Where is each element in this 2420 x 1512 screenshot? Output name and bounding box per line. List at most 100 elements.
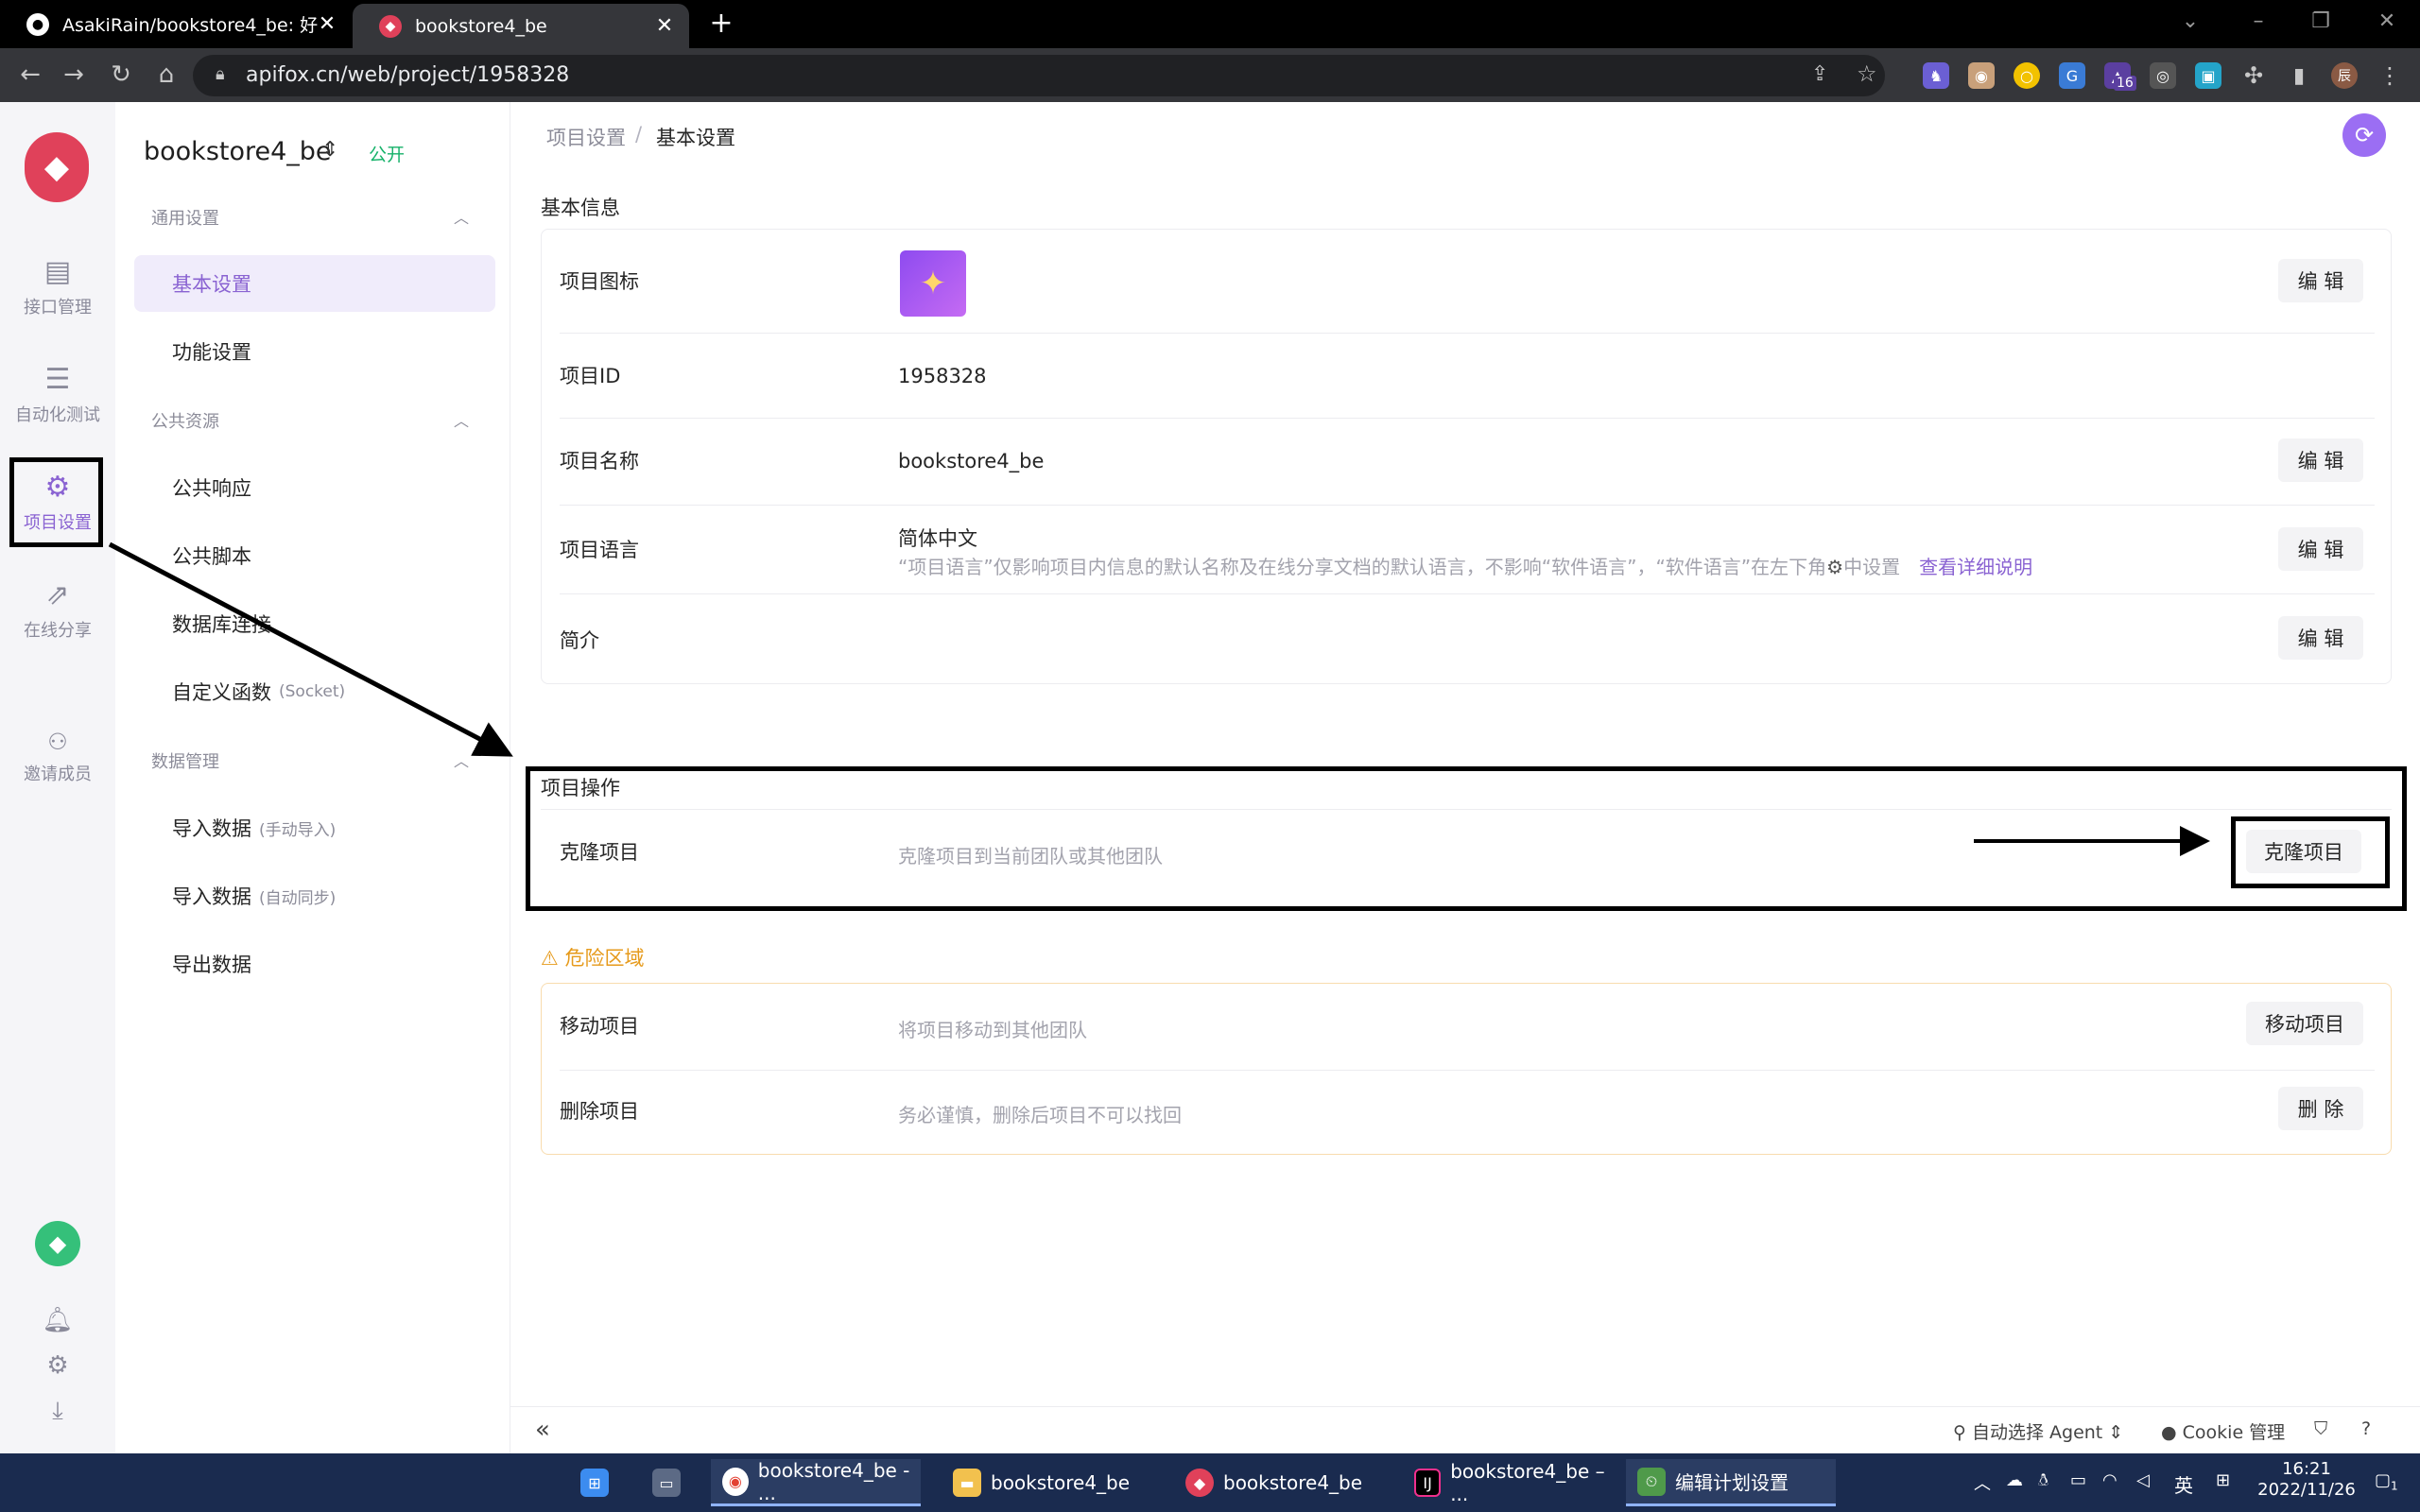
extension-icon[interactable]: ♞ — [1923, 62, 1949, 89]
taskbar-item-label: bookstore4_be - ... — [757, 1458, 910, 1504]
tab-search-icon[interactable]: ⌄ — [2157, 0, 2223, 42]
close-icon[interactable]: ✕ — [655, 14, 674, 38]
sidebar-item-basic-settings[interactable]: 基本设置 — [134, 255, 495, 312]
rail-label: 邀请成员 — [24, 765, 92, 784]
sidebar-item-label: 导出数据 — [172, 954, 251, 976]
volume-icon[interactable]: ◁ — [2136, 1470, 2150, 1490]
tray-app-icon[interactable]: ☁ — [2006, 1470, 2023, 1490]
rail-item-automation[interactable]: ☰ 自动化测试 — [0, 342, 115, 446]
sidebar-item-import-manual[interactable]: 导入数据 (手动导入) — [134, 799, 495, 856]
reload-icon[interactable]: ↻ — [104, 59, 138, 91]
extensions-puzzle-icon[interactable]: ✣ — [2240, 62, 2267, 89]
browser-tab-apifox[interactable]: ◆ bookstore4_be ✕ — [353, 4, 689, 48]
sidebar-item-sublabel: (自动同步) — [259, 888, 337, 908]
ime-mode-icon[interactable]: ⊞ — [2216, 1470, 2230, 1490]
side-panel-icon[interactable]: ▮ — [2286, 62, 2312, 89]
row-project-icon: 项目图标 — [560, 229, 2375, 333]
tray-overflow-icon[interactable]: ︿ — [1974, 1470, 1991, 1495]
clock[interactable]: 16:21 2022/11/26 — [2257, 1459, 2356, 1501]
task-view-button[interactable]: ▭ — [652, 1459, 681, 1506]
share-page-icon[interactable]: ⇪ — [1811, 62, 1828, 86]
sidebar-item-import-auto[interactable]: 导入数据 (自动同步) — [134, 868, 495, 924]
edit-language-button[interactable]: 编 辑 — [2278, 527, 2363, 571]
ime-indicator[interactable]: 英 — [2174, 1470, 2193, 1498]
collapse-sidebar-icon[interactable]: « — [535, 1416, 550, 1444]
download-icon[interactable]: ⤓ — [43, 1397, 72, 1425]
cookie-manager[interactable]: ● Cookie 管理 — [2161, 1418, 2285, 1444]
extension-icon[interactable]: ◎ — [2150, 62, 2176, 89]
browser-tab-github[interactable]: ● AsakiRain/bookstore4_be: 好开 ✕ — [0, 0, 352, 48]
start-button[interactable]: ⊞ — [580, 1459, 609, 1506]
chevron-up-icon[interactable]: ︿ — [454, 408, 469, 431]
extension-icon[interactable]: ▣ — [2195, 62, 2221, 89]
language-help-link[interactable]: 查看详细说明 — [1919, 556, 2032, 578]
help-icon[interactable]: ? — [2361, 1418, 2371, 1439]
project-icon-image[interactable]: ✦ — [900, 250, 966, 317]
back-icon[interactable]: ← — [13, 59, 47, 91]
sidebar-item-label: 基本设置 — [172, 273, 251, 296]
row-move-project: 移动项目 将项目移动到其他团队 — [560, 983, 2375, 1070]
sidebar-item-sublabel: (手动导入) — [259, 820, 337, 840]
sidebar-item-custom-function[interactable]: 自定义函数 (Socket) — [134, 663, 495, 720]
window-close-icon[interactable]: ✕ — [2354, 0, 2420, 42]
extension-icon[interactable]: ○ — [2014, 62, 2040, 89]
edit-intro-button[interactable]: 编 辑 — [2278, 616, 2363, 660]
sidebar-item-public-response[interactable]: 公共响应 — [134, 459, 495, 516]
edit-icon-button[interactable]: 编 辑 — [2278, 259, 2363, 302]
close-icon[interactable]: ✕ — [318, 12, 337, 36]
home-icon[interactable]: ⌂ — [149, 59, 183, 91]
chevron-up-icon[interactable]: ︿ — [454, 748, 469, 771]
menu-kebab-icon[interactable]: ⋮ — [2377, 62, 2403, 89]
sync-icon[interactable]: ⟳ — [2342, 113, 2386, 157]
battery-icon[interactable]: ▭ — [2070, 1470, 2086, 1490]
taskbar-item-label: bookstore4_be – ... — [1450, 1460, 1605, 1505]
apifox-logo-icon[interactable]: ◆ — [25, 132, 89, 202]
project-id-value: 1958328 — [898, 365, 987, 387]
taskbar-item-apifox[interactable]: ◆ bookstore4_be — [1178, 1459, 1388, 1506]
section-title-danger: ⚠ 危险区域 — [541, 943, 645, 971]
sidebar-item-label: 公共脚本 — [172, 545, 251, 568]
sidebar-item-db-connection[interactable]: 数据库连接 — [134, 595, 495, 652]
agent-selector[interactable]: ⚲ 自动选择 Agent ⇕ — [1953, 1418, 2123, 1444]
rail-item-invite[interactable]: ⚇ 邀请成员 — [0, 705, 115, 809]
warning-icon: ⚠ — [541, 947, 559, 970]
language-description-text: “项目语言”仅影响项目内信息的默认名称及在线分享文档的默认语言，不影响“软件语言… — [898, 556, 1827, 578]
sidebar-item-export[interactable]: 导出数据 — [134, 936, 495, 992]
project-switch-icon[interactable]: ⇕ — [321, 138, 338, 162]
bell-icon[interactable]: 🔔︎ — [43, 1306, 74, 1334]
move-project-button[interactable]: 移动项目 — [2246, 1002, 2363, 1045]
edit-name-button[interactable]: 编 辑 — [2278, 438, 2363, 482]
chevron-up-icon[interactable]: ︿ — [454, 205, 469, 228]
profile-avatar[interactable]: 辰 — [2331, 62, 2358, 89]
bookmark-star-icon[interactable]: ☆ — [1857, 60, 1877, 87]
notification-icon[interactable]: ▢1 — [2375, 1470, 2398, 1493]
rail-item-api[interactable]: ▤ 接口管理 — [0, 234, 115, 338]
restore-icon[interactable]: ❐ — [2288, 0, 2354, 42]
project-name[interactable]: bookstore4_be — [144, 137, 332, 166]
breadcrumb-parent[interactable]: 项目设置 — [546, 123, 626, 151]
shirt-theme-icon[interactable]: ⛉ — [2314, 1418, 2327, 1439]
qq-icon[interactable]: 🐧︎ — [2038, 1470, 2048, 1492]
extension-icon[interactable]: ◉ — [1968, 62, 1995, 89]
taskbar-item-task-scheduler[interactable]: ⏲ 编辑计划设置 — [1626, 1459, 1836, 1506]
forward-icon[interactable]: → — [57, 59, 91, 91]
minimize-icon[interactable]: – — [2225, 0, 2291, 42]
taskbar-item-intellij[interactable]: IJ bookstore4_be – ... — [1407, 1459, 1616, 1506]
translate-extension-icon[interactable]: G — [2059, 62, 2085, 89]
sidebar-item-feature-settings[interactable]: 功能设置 — [134, 323, 495, 380]
rail-item-share[interactable]: ⇗ 在线分享 — [0, 558, 115, 662]
new-tab-button[interactable]: + — [707, 6, 735, 40]
apifox-icon: ◆ — [1185, 1469, 1214, 1497]
status-green-icon[interactable]: ◆ — [35, 1221, 80, 1266]
wifi-icon[interactable]: ◠ — [2102, 1470, 2118, 1490]
tab-title: bookstore4_be — [415, 15, 547, 37]
taskbar-item-explorer[interactable]: ▬ bookstore4_be — [945, 1459, 1155, 1506]
address-bar[interactable]: 🔒︎ apifox.cn/web/project/1958328 ⇪ ☆ — [193, 55, 1885, 96]
taskbar-item-chrome[interactable]: ◉ bookstore4_be - ... — [711, 1459, 921, 1506]
delete-project-button[interactable]: 删 除 — [2278, 1087, 2363, 1130]
sidebar-item-public-script[interactable]: 公共脚本 — [134, 527, 495, 584]
annotation-highlight-box — [2231, 816, 2390, 888]
agent-label: 自动选择 Agent — [1971, 1422, 2103, 1443]
gear-icon[interactable]: ⚙ — [43, 1351, 72, 1380]
taskbar-item-label: 编辑计划设置 — [1675, 1471, 1789, 1494]
